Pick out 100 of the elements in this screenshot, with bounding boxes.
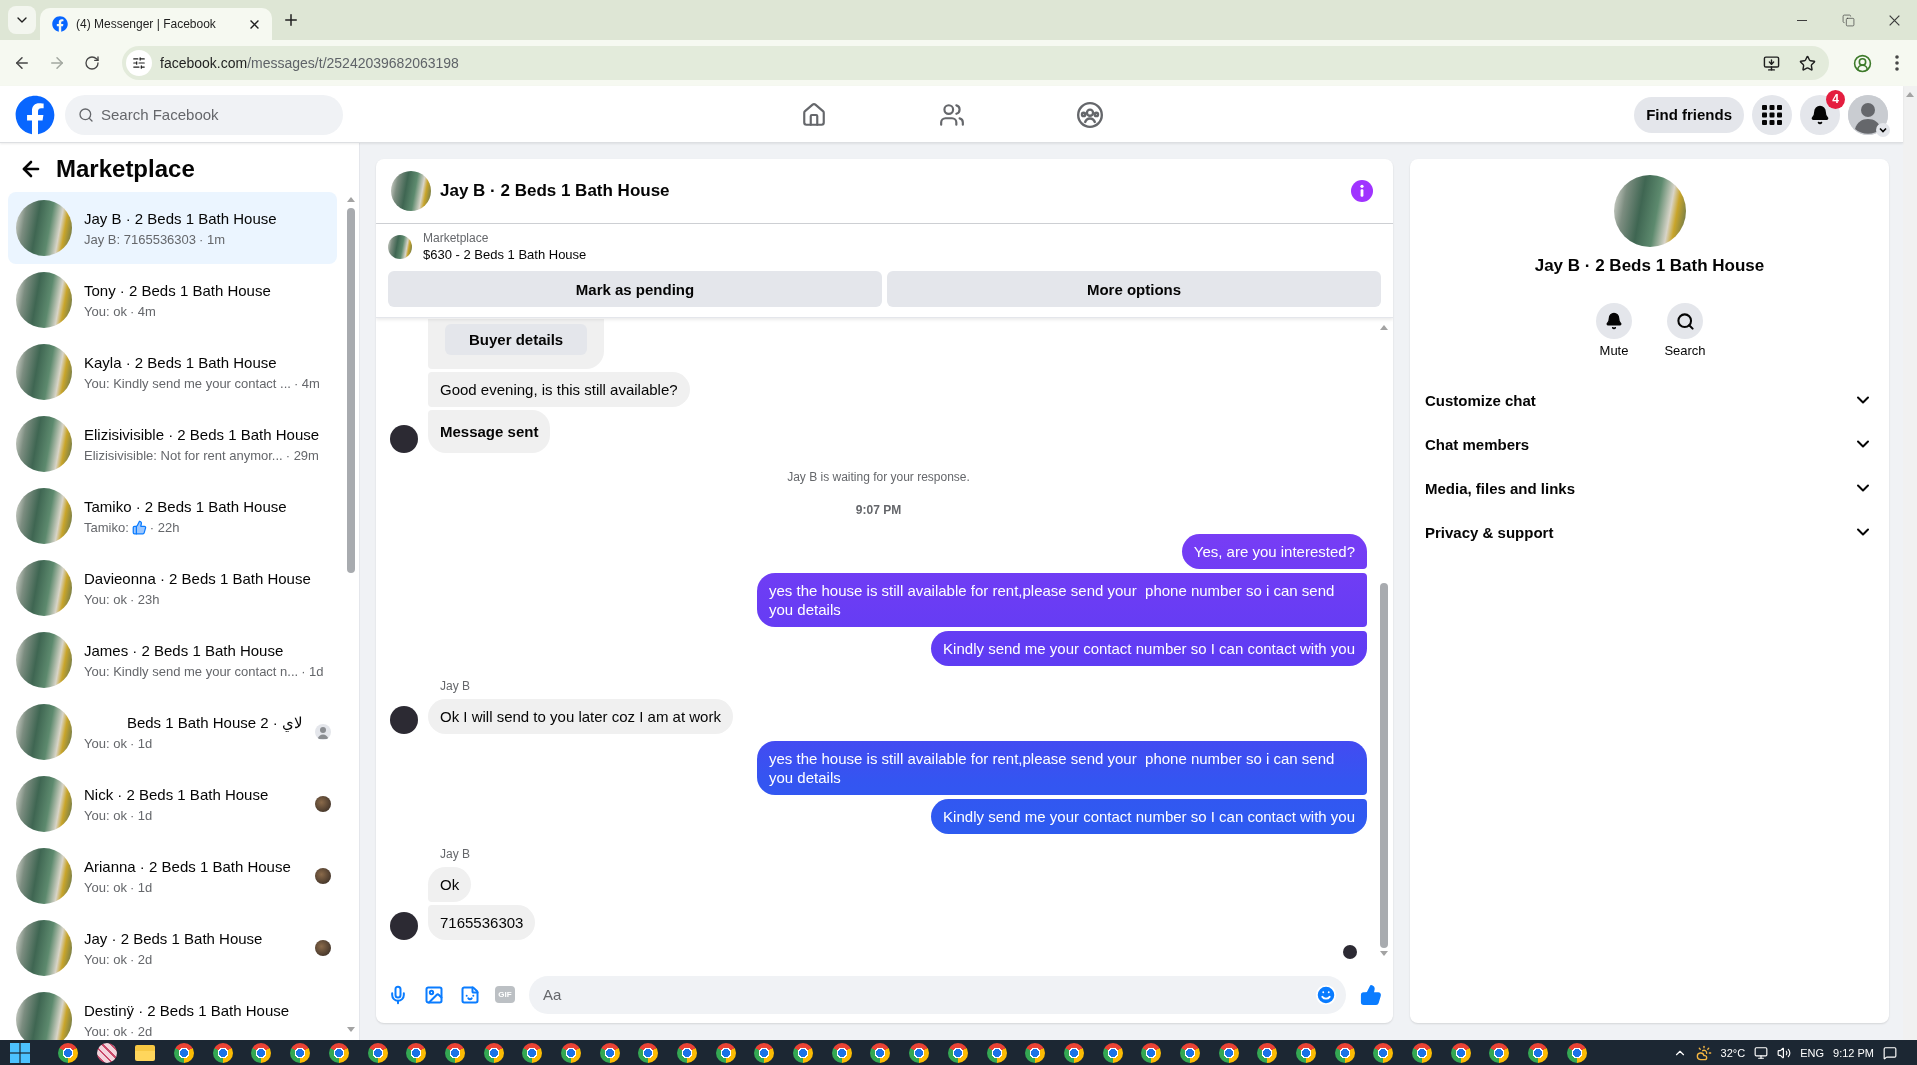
section-toggle[interactable]: Privacy & support <box>1410 510 1889 554</box>
message-input[interactable]: Aa <box>529 975 1346 1014</box>
message-bubble: Good evening, is this still available? <box>428 372 690 407</box>
listing-title: $630 - 2 Beds 1 Bath House <box>423 246 587 263</box>
browser-icon[interactable] <box>754 1043 775 1063</box>
message-time: · 22h <box>149 518 180 536</box>
browser-icon[interactable] <box>1025 1043 1046 1063</box>
conversation-item[interactable]: Davieonna · 2 Beds 1 Bath House You: ok · 23h <box>8 552 337 624</box>
conversation-title: Elizisivisible · 2 Beds 1 Bath House <box>84 424 320 445</box>
browser-icon[interactable] <box>677 1043 697 1063</box>
browser-icon[interactable] <box>1373 1043 1394 1063</box>
windows-start-icon[interactable] <box>10 1043 30 1063</box>
info-button[interactable] <box>1351 180 1373 202</box>
browser-icon[interactable] <box>715 1043 736 1063</box>
more-icon <box>1895 55 1899 71</box>
conversation-item[interactable]: Tony · 2 Beds 1 Bath House You: ok · 4m <box>8 264 337 336</box>
browser-icon[interactable] <box>1489 1043 1510 1063</box>
browser-icon[interactable] <box>1296 1043 1316 1063</box>
clock-time: 9:12 PM <box>1833 1046 1874 1059</box>
browser-icon[interactable] <box>638 1043 659 1063</box>
scrollbar-thumb[interactable] <box>347 208 355 573</box>
buyer-details-button[interactable]: Buyer details <box>445 324 588 355</box>
conversation-title: Destinÿ · 2 Beds 1 Bath House <box>84 1000 290 1021</box>
browser-icon[interactable] <box>1257 1043 1278 1063</box>
browser-icon[interactable] <box>1450 1043 1471 1063</box>
browser-icon[interactable] <box>1179 1043 1200 1063</box>
message-bubble: Kindly send me your contact number so I can contact with you <box>931 631 1367 666</box>
notifications-button[interactable] <box>1800 94 1840 135</box>
browser-icon[interactable] <box>212 1043 233 1063</box>
browser-icon[interactable] <box>1334 1043 1355 1063</box>
tab-list-button[interactable] <box>8 6 36 34</box>
address-bar[interactable]: facebook.com/messages/t/25242039682063198 <box>122 46 1829 80</box>
browser-icon[interactable] <box>174 1043 195 1063</box>
message-time: · 4m <box>129 302 156 320</box>
ball-icon[interactable] <box>96 1043 117 1063</box>
conversation-title: لاي · 2 Beds 1 Bath House <box>126 712 303 733</box>
listing-action-button[interactable]: Mark as pending <box>388 271 882 307</box>
browser-tab[interactable]: (4) Messenger | Facebook <box>40 8 272 40</box>
site-settings-button[interactable] <box>126 50 152 76</box>
browser-icon[interactable] <box>1102 1043 1123 1063</box>
browser-icon[interactable] <box>986 1043 1007 1063</box>
folder-icon[interactable] <box>135 1045 156 1061</box>
like-button[interactable] <box>1360 983 1382 1006</box>
speaker-icon[interactable] <box>1777 1045 1792 1060</box>
home-icon <box>800 101 827 128</box>
notification-center-icon[interactable] <box>1883 1045 1897 1060</box>
section-toggle[interactable]: Customize chat <box>1410 378 1889 422</box>
search-field[interactable]: Search Facebook <box>65 94 343 135</box>
browser-icon[interactable] <box>406 1043 427 1063</box>
browser-icon[interactable] <box>328 1043 349 1063</box>
conversation-item[interactable]: Elizisivisible · 2 Beds 1 Bath House Elizisivisible: Not for rent anymor... · 29m <box>8 408 337 480</box>
browser-icon[interactable] <box>1412 1043 1433 1063</box>
search-button[interactable] <box>1667 303 1703 339</box>
conversation-item[interactable]: James · 2 Beds 1 Bath House You: Kindly send me your contact n... · 1d <box>8 624 337 696</box>
browser-icon[interactable] <box>560 1043 581 1063</box>
conversation-item[interactable]: Arianna · 2 Beds 1 Bath House You: ok · 1d <box>8 840 337 912</box>
bell-icon <box>1810 104 1830 125</box>
chat-title: Jay B · 2 Beds 1 Bath House <box>440 181 670 201</box>
reload-icon <box>84 55 100 71</box>
browser-icon[interactable] <box>522 1043 543 1063</box>
listing-action-button[interactable]: More options <box>887 271 1381 307</box>
sticker-button[interactable] <box>459 983 481 1006</box>
browser-icon[interactable] <box>1528 1043 1549 1063</box>
mute-button[interactable] <box>1596 303 1632 339</box>
conversation-item[interactable]: Jay · 2 Beds 1 Bath House You: ok · 2d <box>8 912 337 984</box>
menu-button[interactable] <box>1752 94 1792 135</box>
browser-icon[interactable] <box>1141 1043 1162 1063</box>
browser-icon[interactable] <box>1218 1043 1239 1063</box>
browser-icon[interactable] <box>58 1043 78 1063</box>
photo-placeholder <box>391 171 431 211</box>
find-friends-button[interactable]: Find friends <box>1634 96 1744 133</box>
browser-icon[interactable] <box>290 1043 311 1063</box>
section-toggle[interactable]: Media, files and links <box>1410 466 1889 510</box>
browser-icon[interactable] <box>831 1043 852 1063</box>
logo-link[interactable] <box>15 94 55 135</box>
browser-icon[interactable] <box>1063 1043 1084 1063</box>
browser-icon[interactable] <box>793 1043 814 1063</box>
weather-icon[interactable] <box>1695 1044 1712 1061</box>
browser-icon[interactable] <box>947 1043 968 1063</box>
browser-icon[interactable] <box>444 1043 465 1063</box>
scrollbar-thumb[interactable] <box>1380 583 1388 948</box>
browser-icon[interactable] <box>599 1043 620 1063</box>
scroll-up-icon <box>1380 325 1388 330</box>
browser-icon[interactable] <box>909 1043 930 1063</box>
sliders-icon <box>132 56 146 70</box>
conversation-item[interactable]: Nick · 2 Beds 1 Bath House You: ok · 1d <box>8 768 337 840</box>
browser-icon[interactable] <box>367 1043 388 1063</box>
conversation-item[interactable]: Jay B · 2 Beds 1 Bath House Jay B: 7165536303 · 1m <box>8 192 337 264</box>
browser-icon[interactable] <box>870 1043 891 1063</box>
conversation-item[interactable]: Kayla · 2 Beds 1 Bath House You: Kindly send me your contact ... · 4m <box>8 336 337 408</box>
section-toggle[interactable]: Chat members <box>1410 422 1889 466</box>
account-button[interactable] <box>1848 94 1888 135</box>
thumbs-up-icon <box>131 519 147 535</box>
conversation-item[interactable]: Tamiko · 2 Beds 1 Bath House Tamiko: · 22h <box>8 480 337 552</box>
browser-icon[interactable] <box>251 1043 272 1063</box>
photo-placeholder <box>16 272 72 328</box>
browser-icon[interactable] <box>483 1043 504 1063</box>
browser-icon[interactable] <box>1566 1043 1587 1063</box>
monitor-icon[interactable] <box>1754 1045 1769 1060</box>
close-icon <box>249 19 259 29</box>
